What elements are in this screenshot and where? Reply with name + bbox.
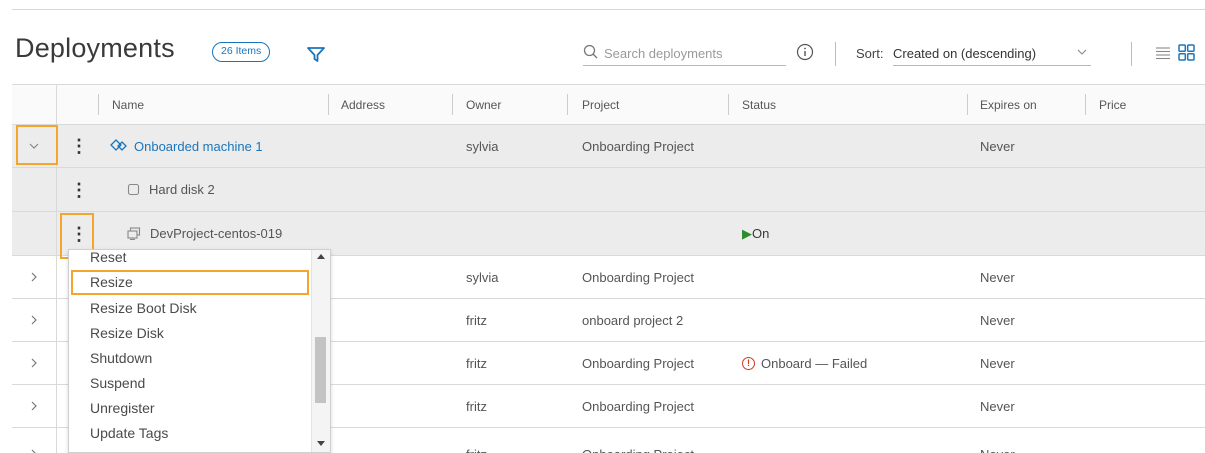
filter-icon[interactable]	[305, 43, 327, 65]
info-icon[interactable]	[796, 43, 814, 61]
row-actions-menu[interactable]: Reset Resize Resize Boot Disk Resize Dis…	[68, 249, 331, 453]
chevron-right-icon	[31, 401, 37, 411]
list-view-icon[interactable]	[1155, 46, 1171, 60]
column-header-price[interactable]: Price	[1099, 85, 1126, 124]
expires-cell: Never	[980, 355, 1015, 371]
expires-cell: Never	[980, 312, 1015, 328]
expand-row-button[interactable]	[12, 299, 56, 341]
view-divider	[1131, 42, 1132, 66]
menu-item-resize-boot-disk[interactable]: Resize Boot Disk	[69, 296, 311, 321]
deployment-icon	[110, 139, 127, 151]
status-text: On	[752, 226, 770, 241]
menu-item-unregister[interactable]: Unregister	[69, 396, 311, 421]
search-input[interactable]: Search deployments	[583, 40, 786, 66]
expander-highlight	[16, 125, 58, 165]
menu-scrollbar[interactable]	[311, 250, 330, 452]
status-cell: ▶ On	[742, 212, 769, 255]
owner-cell: fritz	[466, 312, 487, 328]
chevron-down-icon	[1077, 49, 1087, 55]
project-cell: Onboarding Project	[582, 269, 695, 285]
column-header-project[interactable]: Project	[582, 85, 619, 124]
table-row[interactable]: ⋮ Hard disk 2	[12, 168, 1205, 212]
expires-cell: Never	[980, 138, 1015, 154]
item-count-badge: 26 Items	[212, 42, 271, 62]
page-title: Deployments	[15, 33, 175, 63]
project-cell: Onboarding Project	[582, 355, 695, 371]
status-cell: ! Onboard — Failed	[742, 342, 867, 384]
owner-cell: fritz	[466, 355, 487, 371]
owner-cell: sylvia	[466, 138, 499, 154]
column-header-address[interactable]: Address	[341, 85, 385, 124]
owner-cell: fritz	[466, 398, 487, 414]
menu-item-resize-disk[interactable]: Resize Disk	[69, 321, 311, 346]
expires-cell: Never	[980, 398, 1015, 414]
project-cell: Onboarding Project	[582, 428, 694, 453]
column-header-owner[interactable]: Owner	[466, 85, 501, 124]
status-text: Onboard — Failed	[761, 355, 868, 371]
expand-row-button[interactable]	[12, 385, 56, 427]
vm-icon	[127, 227, 141, 240]
sort-value: Created on (descending)	[893, 46, 1037, 61]
scroll-down-icon[interactable]	[317, 441, 325, 446]
sort-select[interactable]: Created on (descending)	[893, 40, 1091, 66]
project-cell: Onboarding Project	[582, 398, 695, 414]
top-divider	[12, 9, 1205, 10]
sort-label: Sort:	[856, 46, 884, 61]
resource-name: DevProject-centos-019	[150, 226, 283, 241]
resource-name: Hard disk 2	[149, 182, 215, 197]
owner-cell: sylvia	[466, 269, 499, 285]
chevron-right-icon	[31, 315, 37, 325]
menu-item-reset[interactable]: Reset	[69, 250, 311, 270]
kebab-icon: ⋮	[70, 136, 88, 156]
row-actions-button[interactable]: ⋮	[70, 168, 88, 211]
scroll-up-icon[interactable]	[317, 254, 325, 259]
power-on-icon: ▶	[742, 225, 752, 241]
grid-view-icon[interactable]	[1178, 44, 1195, 61]
row-actions-button[interactable]: ⋮	[70, 125, 88, 167]
chevron-right-icon	[31, 449, 36, 453]
chevron-right-icon	[31, 272, 37, 282]
deployment-link[interactable]: Onboarded machine 1	[134, 139, 263, 154]
column-header-name[interactable]: Name	[112, 85, 144, 124]
expires-cell: Never	[980, 269, 1015, 285]
search-icon	[583, 44, 598, 59]
deployment-name-cell[interactable]: Onboarded machine 1	[110, 125, 263, 167]
project-cell: onboard project 2	[582, 312, 684, 328]
scrollbar-thumb[interactable]	[315, 337, 326, 403]
column-header-expires[interactable]: Expires on	[980, 85, 1037, 124]
search-placeholder: Search deployments	[604, 46, 723, 61]
table-header-row: Name Address Owner Project Status Expire…	[12, 84, 1205, 125]
table-row[interactable]: ⋮ Onboarded machine 1 sylvia Onboarding …	[12, 125, 1205, 168]
expand-row-button[interactable]	[12, 256, 56, 298]
menu-item-resize[interactable]: Resize	[71, 270, 309, 295]
project-cell: Onboarding Project	[582, 138, 695, 154]
expires-cell: Never	[980, 428, 1015, 453]
expand-row-button[interactable]	[12, 428, 56, 453]
chevron-right-icon	[31, 358, 37, 368]
menu-item-shutdown[interactable]: Shutdown	[69, 346, 311, 371]
owner-cell: fritz	[466, 428, 487, 453]
header-divider	[835, 42, 836, 66]
column-header-status[interactable]: Status	[742, 85, 776, 124]
error-icon: !	[742, 356, 755, 370]
resource-name-cell: Hard disk 2	[127, 168, 215, 211]
expand-row-button[interactable]	[12, 342, 56, 384]
menu-item-suspend[interactable]: Suspend	[69, 371, 311, 396]
kebab-icon: ⋮	[70, 179, 88, 200]
disk-icon	[127, 183, 140, 196]
menu-item-update-tags[interactable]: Update Tags	[69, 421, 311, 446]
